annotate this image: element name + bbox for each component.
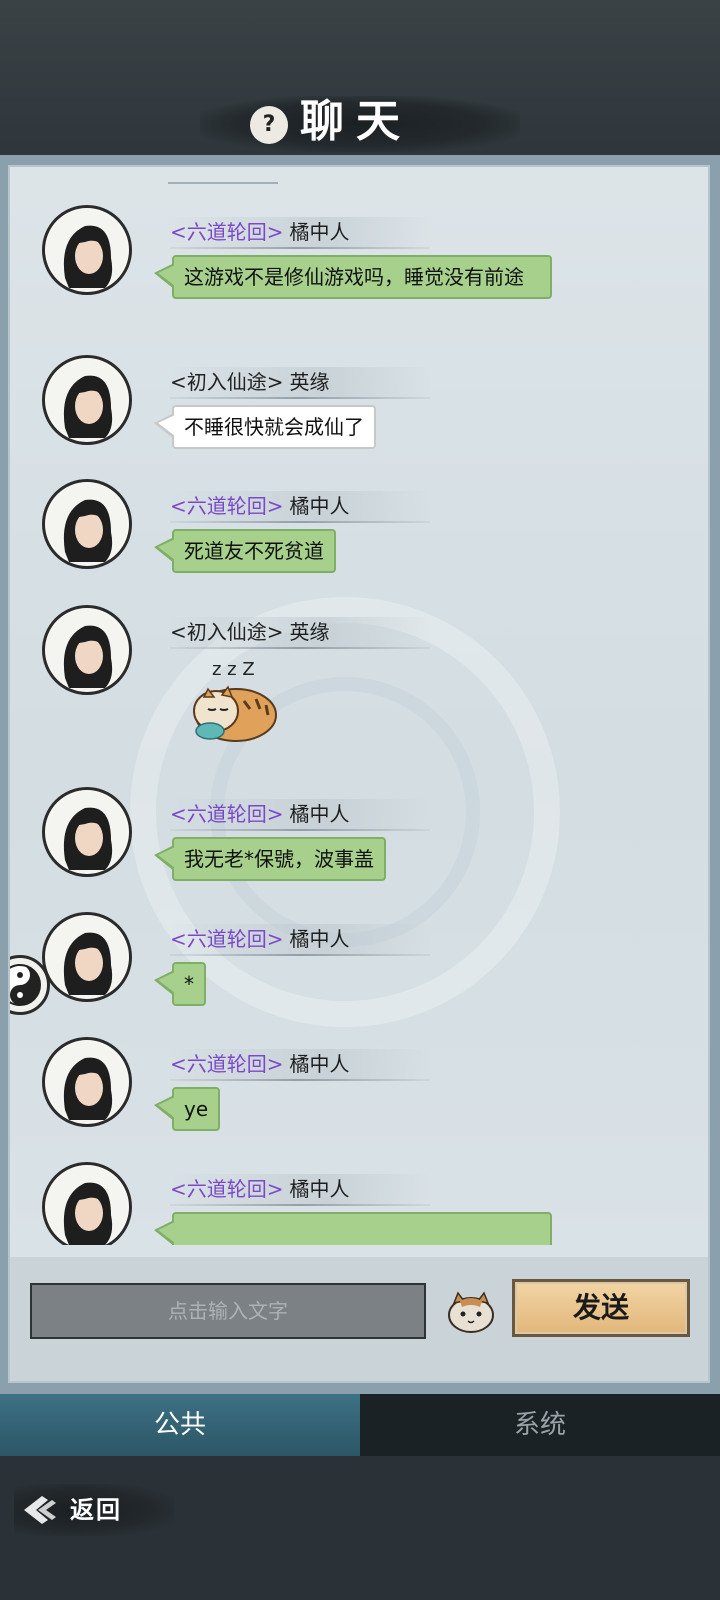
message-bubble: 这游戏不是修仙游戏吗，睡觉没有前途	[154, 255, 552, 299]
avatar[interactable]	[42, 1037, 132, 1127]
back-button[interactable]: 返回	[14, 1484, 174, 1536]
message-bubble	[154, 1212, 552, 1245]
sender-name[interactable]: 英缘	[290, 620, 330, 644]
sender-line: <六道轮回> 橘中人	[170, 924, 430, 956]
sender-name[interactable]: 橘中人	[290, 1052, 350, 1076]
guild-tag: <六道轮回>	[170, 1177, 284, 1201]
avatar[interactable]	[42, 479, 132, 569]
message-bubble: *	[154, 962, 206, 1006]
chat-panel: <六道轮回> 橘中人 这游戏不是修仙游戏吗，睡觉没有前途 <初入仙途> 英缘 不睡很…	[0, 155, 720, 1395]
sleeping-tiger-sticker[interactable]: z z Z	[182, 653, 282, 745]
sender-name[interactable]: 英缘	[290, 370, 330, 394]
guild-tag: <六道轮回>	[170, 1052, 284, 1076]
send-button[interactable]: 发送	[512, 1279, 690, 1337]
avatar[interactable]	[42, 355, 132, 445]
tiger-emoji-icon[interactable]	[446, 1287, 496, 1335]
avatar[interactable]	[42, 1162, 132, 1245]
sender-line: <六道轮回> 橘中人	[170, 1049, 430, 1081]
guild-tag: <六道轮回>	[170, 220, 284, 244]
guild-tag: <初入仙途>	[170, 370, 284, 394]
back-label: 返回	[70, 1495, 122, 1524]
sticker-zzz: z z Z	[212, 659, 255, 680]
back-arrow-icon	[24, 1496, 56, 1524]
avatar[interactable]	[42, 787, 132, 877]
sender-line: <六道轮回> 橘中人	[170, 491, 430, 523]
channel-tabs: 公共 系统	[0, 1394, 720, 1456]
avatar[interactable]	[42, 605, 132, 695]
tab-system[interactable]: 系统	[360, 1394, 720, 1456]
sender-line: <初入仙途> 英缘	[170, 617, 430, 649]
help-button[interactable]: ?	[250, 106, 288, 144]
sender-line: <六道轮回> 橘中人	[170, 1174, 430, 1206]
chat-panel-inner: <六道轮回> 橘中人 这游戏不是修仙游戏吗，睡觉没有前途 <初入仙途> 英缘 不睡很…	[8, 165, 710, 1383]
message-bubble: 不睡很快就会成仙了	[154, 405, 376, 449]
avatar[interactable]	[42, 205, 132, 295]
message-input[interactable]: 点击输入文字	[30, 1283, 426, 1339]
tab-public[interactable]: 公共	[0, 1394, 360, 1456]
message-bubble: 死道友不死贫道	[154, 529, 336, 573]
guild-tag: <六道轮回>	[170, 802, 284, 826]
sender-name[interactable]: 橘中人	[290, 494, 350, 518]
sender-name[interactable]: 橘中人	[290, 220, 350, 244]
sender-name[interactable]: 橘中人	[290, 1177, 350, 1201]
sender-name[interactable]: 橘中人	[290, 927, 350, 951]
page-title: 聊天	[300, 96, 412, 147]
avatar[interactable]	[42, 912, 132, 1002]
sender-line: <初入仙途> 英缘	[170, 367, 430, 399]
message-composer: 点击输入文字 发送	[10, 1257, 708, 1381]
guild-tag: <六道轮回>	[170, 927, 284, 951]
guild-tag: <初入仙途>	[170, 620, 284, 644]
message-bubble: 我无老*保號，波事盖	[154, 837, 386, 881]
chat-message-list[interactable]: <六道轮回> 橘中人 这游戏不是修仙游戏吗，睡觉没有前途 <初入仙途> 英缘 不睡很…	[10, 167, 708, 1245]
sender-line: <六道轮回> 橘中人	[170, 799, 430, 831]
message-bubble: ye	[153, 1087, 221, 1131]
sender-line: <六道轮回> 橘中人	[170, 217, 430, 249]
footer-bar: 返回	[0, 1456, 720, 1600]
guild-tag: <六道轮回>	[170, 494, 284, 518]
sender-name[interactable]: 橘中人	[290, 802, 350, 826]
yin-yang-icon[interactable]	[10, 955, 50, 1015]
